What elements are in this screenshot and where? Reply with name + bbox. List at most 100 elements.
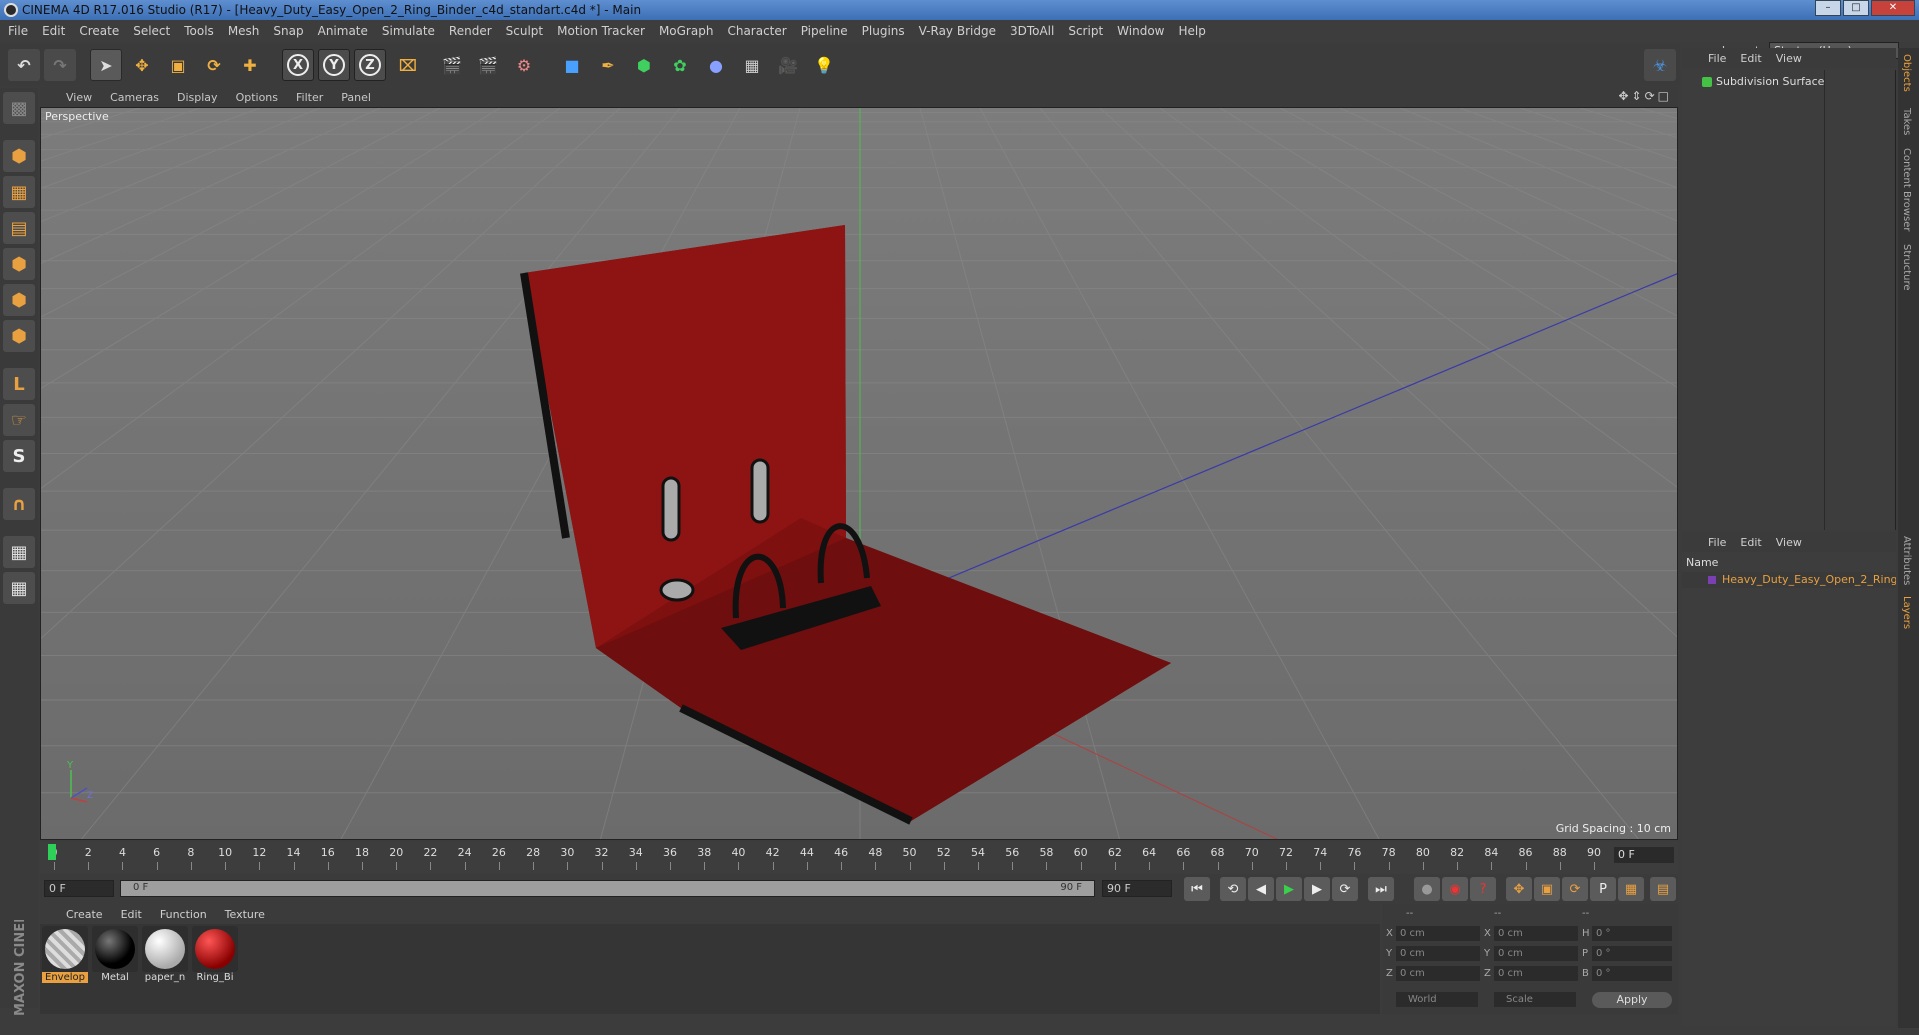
tab-takes[interactable]: Takes [1901, 108, 1912, 135]
goto-start-icon[interactable]: ⏮ [1184, 877, 1210, 901]
material-envelop[interactable]: Envelop [42, 926, 88, 986]
apply-button[interactable]: Apply [1592, 992, 1672, 1008]
deformer-icon[interactable]: ● [700, 49, 732, 81]
timeline-playhead[interactable] [48, 844, 56, 860]
subdivision-surface-icon[interactable]: ⬢ [628, 49, 660, 81]
preview-range-slider[interactable]: 0 F 90 F [120, 880, 1095, 897]
material-menu-create[interactable]: Create [66, 908, 103, 921]
z-axis-lock-icon[interactable]: Z [354, 49, 386, 81]
rotate-tool-icon[interactable]: ⟳ [198, 49, 230, 81]
current-frame-field[interactable]: 0 F [1614, 847, 1674, 863]
menu-render[interactable]: Render [449, 24, 492, 38]
goto-end-icon[interactable]: ⏭ [1368, 877, 1394, 901]
minimize-button[interactable]: – [1815, 0, 1841, 16]
menu-mesh[interactable]: Mesh [228, 24, 260, 38]
size-x-field[interactable]: 0 cm [1494, 926, 1578, 941]
viewport-menu-panel[interactable]: Panel [341, 91, 371, 104]
tab-content-browser[interactable]: Content Browser [1901, 148, 1912, 231]
key-pla-icon[interactable]: ▦ [1618, 877, 1644, 901]
live-selection-icon[interactable]: ➤ [90, 49, 122, 81]
next-key-icon[interactable]: ⟳ [1332, 877, 1358, 901]
key-position-icon[interactable]: ✥ [1506, 877, 1532, 901]
timeline-ruler[interactable]: 0246810121416182022242628303234363840424… [50, 842, 1610, 872]
size-z-field[interactable]: 0 cm [1494, 966, 1578, 981]
layer-menu-edit[interactable]: Edit [1740, 536, 1761, 549]
array-cloner-icon[interactable]: ✿ [664, 49, 696, 81]
pen-spline-icon[interactable]: ✒ [592, 49, 624, 81]
planar-workplane-icon[interactable]: ▦ [3, 572, 35, 604]
record-keys-disabled-icon[interactable]: ● [1414, 877, 1440, 901]
tab-objects[interactable]: Objects [1901, 54, 1912, 92]
x-axis-lock-icon[interactable]: X [282, 49, 314, 81]
render-picture-viewer-icon[interactable]: 🎬 [472, 49, 504, 81]
close-button[interactable]: ✕ [1871, 0, 1915, 16]
rotation-b-field[interactable]: 0 ° [1592, 966, 1672, 981]
menu-plugins[interactable]: Plugins [862, 24, 905, 38]
polygons-mode-icon[interactable]: ⬢ [3, 320, 35, 352]
tab-attributes[interactable]: Attributes [1901, 536, 1912, 585]
move-tool-icon[interactable]: ✥ [126, 49, 158, 81]
viewport-menu-filter[interactable]: Filter [296, 91, 323, 104]
viewport-menu-options[interactable]: Options [236, 91, 278, 104]
material-paper[interactable]: paper_n [142, 926, 188, 986]
size-mode-dropdown[interactable]: Scale [1494, 992, 1576, 1007]
menu-file[interactable]: File [8, 24, 28, 38]
key-parameter-icon[interactable]: P [1590, 877, 1616, 901]
menu-help[interactable]: Help [1178, 24, 1205, 38]
render-view-icon[interactable]: 🎬 [436, 49, 468, 81]
tab-structure[interactable]: Structure [1901, 244, 1912, 291]
menu-mograph[interactable]: MoGraph [659, 24, 714, 38]
texture-mode-icon[interactable]: ▦ [3, 176, 35, 208]
menu-create[interactable]: Create [79, 24, 119, 38]
menu-pipeline[interactable]: Pipeline [801, 24, 848, 38]
coordinate-space-dropdown[interactable]: World [1396, 992, 1478, 1007]
material-ring-binder[interactable]: Ring_Bi [192, 926, 238, 986]
prev-key-icon[interactable]: ⟲ [1220, 877, 1246, 901]
position-y-field[interactable]: 0 cm [1396, 946, 1480, 961]
timeline[interactable]: 0246810121416182022242628303234363840424… [40, 842, 1678, 874]
tweak-mode-icon[interactable]: ☞ [3, 404, 35, 436]
rotation-h-field[interactable]: 0 ° [1592, 926, 1672, 941]
menu-sculpt[interactable]: Sculpt [506, 24, 543, 38]
menu-motion-tracker[interactable]: Motion Tracker [557, 24, 645, 38]
play-icon[interactable]: ▶ [1276, 877, 1302, 901]
light-icon[interactable]: 💡 [808, 49, 840, 81]
edges-mode-icon[interactable]: ⬢ [3, 284, 35, 316]
material-menu-function[interactable]: Function [160, 908, 207, 921]
menu-snap[interactable]: Snap [273, 24, 303, 38]
camera-icon[interactable]: 🎥 [772, 49, 804, 81]
menu-tools[interactable]: Tools [184, 24, 214, 38]
undo-icon[interactable]: ↶ [8, 49, 40, 81]
solo-mode-icon[interactable]: S [3, 440, 35, 472]
points-mode-icon[interactable]: ⬢ [3, 248, 35, 280]
timeline-window-icon[interactable]: ▤ [1650, 877, 1676, 901]
redo-icon[interactable]: ↷ [44, 49, 76, 81]
model-mode-icon[interactable]: ⬢ [3, 140, 35, 172]
axis-mode-icon[interactable]: L [3, 368, 35, 400]
floor-scene-icon[interactable]: ▦ [736, 49, 768, 81]
transform-tool-icon[interactable]: ✚ [234, 49, 266, 81]
rotation-p-field[interactable]: 0 ° [1592, 946, 1672, 961]
position-x-field[interactable]: 0 cm [1396, 926, 1480, 941]
coordinate-system-icon[interactable]: ⌧ [392, 49, 424, 81]
key-rotation-icon[interactable]: ⟳ [1562, 877, 1588, 901]
make-editable-icon[interactable]: ▩ [3, 92, 35, 124]
viewport-nav-icons[interactable]: ✥⇕⟳□ [1618, 89, 1672, 103]
menu-3dtoall[interactable]: 3DToAll [1010, 24, 1054, 38]
workplane-lock-icon[interactable]: ▦ [3, 536, 35, 568]
tab-layers[interactable]: Layers [1901, 596, 1912, 629]
size-y-field[interactable]: 0 cm [1494, 946, 1578, 961]
cube-primitive-icon[interactable]: ■ [556, 49, 588, 81]
menu-script[interactable]: Script [1068, 24, 1103, 38]
perspective-viewport[interactable]: Y Z Perspective Grid Spacing : 10 cm [40, 107, 1678, 840]
menu-animate[interactable]: Animate [318, 24, 368, 38]
object-row-subdivision-surface[interactable]: Subdivision Surface [1686, 74, 1876, 90]
key-scale-icon[interactable]: ▣ [1534, 877, 1560, 901]
layer-menu-view[interactable]: View [1776, 536, 1802, 549]
start-frame-field[interactable]: 0 F [44, 880, 114, 897]
record-active-icon[interactable]: ◉ [1442, 877, 1468, 901]
menu-simulate[interactable]: Simulate [382, 24, 435, 38]
autokey-icon[interactable]: ? [1470, 877, 1496, 901]
next-frame-icon[interactable]: ▶ [1304, 877, 1330, 901]
object-menu-edit[interactable]: Edit [1740, 52, 1761, 65]
